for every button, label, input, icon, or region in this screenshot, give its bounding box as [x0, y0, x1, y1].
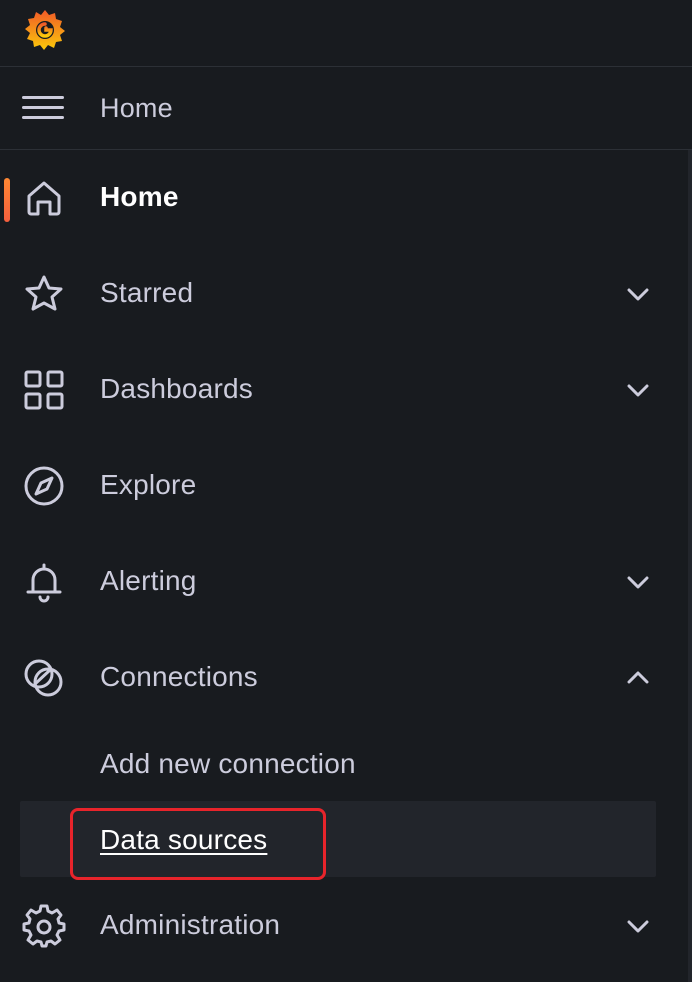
sidebar-subitem-add-new-connection[interactable]: Add new connection: [100, 748, 356, 780]
star-icon: [22, 272, 66, 316]
sidebar-nav: Home Starred Dashboards Explore Alerting…: [0, 150, 692, 982]
chevron-down-icon[interactable]: [624, 568, 652, 596]
home-icon: [22, 176, 66, 220]
chevron-down-icon[interactable]: [624, 280, 652, 308]
sidebar-item-home[interactable]: Home: [0, 150, 688, 246]
sidebar-item-label: Dashboards: [100, 373, 253, 404]
sidebar-item-alerting[interactable]: Alerting: [0, 534, 688, 630]
chevron-down-icon[interactable]: [624, 376, 652, 404]
active-indicator: [4, 178, 10, 222]
chevron-up-icon[interactable]: [624, 664, 652, 692]
sidebar-item-label: Administration: [100, 909, 281, 940]
sidebar-item-dashboards[interactable]: Dashboards: [0, 342, 688, 438]
gear-icon: [22, 904, 66, 948]
connections-icon: [22, 656, 66, 700]
grafana-logo-icon[interactable]: [20, 4, 70, 54]
highlight-box: [70, 808, 326, 880]
grid-icon: [22, 368, 66, 412]
sidebar-item-label: Connections: [100, 661, 258, 692]
breadcrumb-bar: Home: [0, 67, 692, 150]
sidebar-item-label: Home: [100, 181, 179, 212]
sidebar-item-label: Alerting: [100, 565, 197, 596]
sidebar-item-connections[interactable]: Connections: [0, 630, 688, 726]
sidebar-item-label: Explore: [100, 469, 197, 500]
sidebar-item-label: Starred: [100, 277, 194, 308]
sidebar-item-starred[interactable]: Starred: [0, 246, 688, 342]
bell-icon: [22, 560, 66, 604]
compass-icon: [22, 464, 66, 508]
top-bar: [0, 0, 692, 67]
breadcrumb[interactable]: Home: [100, 93, 173, 124]
sidebar-item-administration[interactable]: Administration: [0, 878, 688, 974]
chevron-down-icon[interactable]: [624, 912, 652, 940]
sidebar-item-explore[interactable]: Explore: [0, 438, 688, 534]
hamburger-menu-icon[interactable]: [22, 94, 66, 122]
